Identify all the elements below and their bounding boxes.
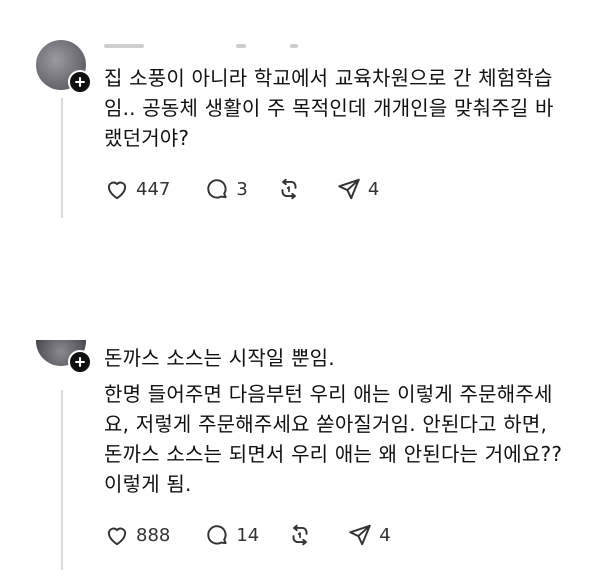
share-button[interactable]: 4 xyxy=(347,520,391,550)
repost-icon xyxy=(292,524,308,546)
like-count: 888 xyxy=(136,524,171,546)
comment-button[interactable]: 14 xyxy=(204,520,259,550)
comment-line: 돈까스 소스는 시작일 뿐임. xyxy=(104,346,335,370)
like-button[interactable]: 888 xyxy=(104,520,170,550)
follow-button[interactable] xyxy=(68,350,92,374)
share-icon xyxy=(349,524,371,546)
comment-line: 이렇게 됨. xyxy=(104,472,192,496)
action-bar: 888 14 4 xyxy=(104,520,391,550)
comment-line: 요, 저렇게 주문해주세요 쏟아질거임. 안된다고 하면, xyxy=(104,412,548,436)
comment-post: 돈까스 소스는 시작일 뿐임. 한명 들어주면 다음부턴 우리 애는 이렇게 주… xyxy=(0,0,601,580)
comment-text: 돈까스 소스는 시작일 뿐임. 한명 들어주면 다음부턴 우리 애는 이렇게 주… xyxy=(104,343,574,499)
heart-icon xyxy=(107,527,127,546)
comment-line: 돈까스 소스는 되면서 우리 애는 왜 안된다는 거에요?? xyxy=(104,442,563,466)
thread-line xyxy=(61,390,63,570)
share-count: 4 xyxy=(379,524,391,546)
repost-button[interactable] xyxy=(287,520,313,550)
avatar[interactable] xyxy=(36,340,92,394)
comment-icon xyxy=(207,525,228,545)
plus-icon xyxy=(75,357,85,367)
comment-count: 14 xyxy=(236,524,260,546)
comment-line: 한명 들어주면 다음부턴 우리 애는 이렇게 주문해주세 xyxy=(104,382,553,406)
